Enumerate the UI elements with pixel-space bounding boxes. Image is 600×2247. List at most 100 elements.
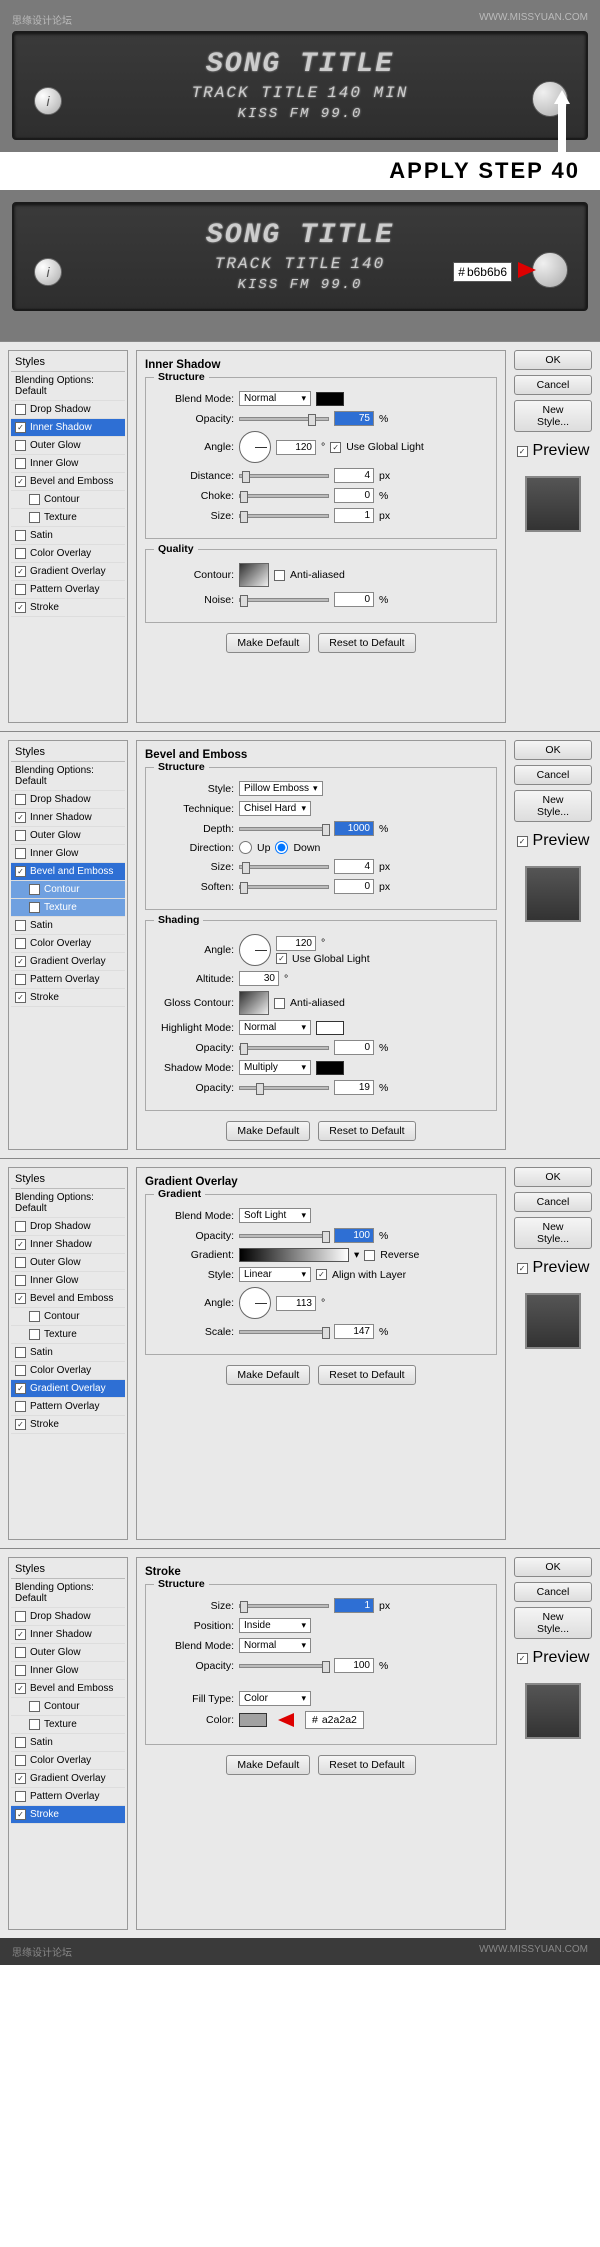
checkbox-icon[interactable] [15, 548, 26, 559]
opacity-slider[interactable] [239, 417, 329, 421]
technique-dropdown[interactable]: Chisel Hard [239, 801, 311, 816]
opacity-input[interactable]: 75 [334, 411, 374, 426]
antialias-checkbox[interactable] [274, 998, 285, 1009]
size-input[interactable]: 4 [334, 859, 374, 874]
color-input[interactable]: # b6b6b6 [453, 262, 512, 282]
blending-options[interactable]: Blending Options: Default [11, 372, 125, 401]
style-inner-glow[interactable]: Inner Glow [11, 455, 125, 473]
style-color-overlay[interactable]: Color Overlay [11, 935, 125, 953]
style-gradient-overlay[interactable]: ✓Gradient Overlay [11, 953, 125, 971]
new-style-button[interactable]: New Style... [514, 1217, 592, 1249]
antialias-checkbox[interactable] [274, 570, 285, 581]
cancel-button[interactable]: Cancel [514, 1192, 592, 1212]
style-satin[interactable]: Satin [11, 527, 125, 545]
preview-checkbox[interactable]: ✓ [517, 1263, 528, 1274]
bevel-style-dropdown[interactable]: Pillow Emboss [239, 781, 323, 796]
size-input[interactable]: 1 [334, 1598, 374, 1613]
gradient-style-dropdown[interactable]: Linear [239, 1267, 311, 1282]
style-stroke[interactable]: ✓Stroke [11, 1806, 125, 1824]
checkbox-icon[interactable]: ✓ [15, 422, 26, 433]
depth-slider[interactable] [239, 827, 329, 831]
soften-input[interactable]: 0 [334, 879, 374, 894]
new-style-button[interactable]: New Style... [514, 1607, 592, 1639]
style-outer-glow[interactable]: Outer Glow [11, 437, 125, 455]
make-default-button[interactable]: Make Default [226, 1365, 310, 1385]
global-light-checkbox[interactable]: ✓ [276, 953, 287, 964]
style-stroke[interactable]: ✓Stroke [11, 989, 125, 1007]
color-hex-input[interactable]: #a2a2a2 [305, 1711, 364, 1729]
style-outer-glow[interactable]: Outer Glow [11, 1254, 125, 1272]
shadow-mode-dropdown[interactable]: Multiply [239, 1060, 311, 1075]
checkbox-icon[interactable] [29, 512, 40, 523]
align-checkbox[interactable]: ✓ [316, 1269, 327, 1280]
style-satin[interactable]: Satin [11, 917, 125, 935]
info-button[interactable]: i [34, 87, 62, 115]
checkbox-icon[interactable] [15, 458, 26, 469]
highlight-color-swatch[interactable] [316, 1021, 344, 1035]
info-button-2[interactable]: i [34, 258, 62, 286]
preview-checkbox[interactable]: ✓ [517, 836, 528, 847]
choke-input[interactable]: 0 [334, 488, 374, 503]
style-outer-glow[interactable]: Outer Glow [11, 827, 125, 845]
angle-dial[interactable] [239, 431, 271, 463]
checkbox-icon[interactable] [29, 494, 40, 505]
direction-up-radio[interactable] [239, 841, 252, 854]
angle-input[interactable]: 113 [276, 1296, 316, 1311]
shadow-opacity-slider[interactable] [239, 1086, 329, 1090]
style-pattern-overlay[interactable]: Pattern Overlay [11, 1398, 125, 1416]
opacity-input[interactable]: 100 [334, 1658, 374, 1673]
blend-mode-dropdown[interactable]: Normal [239, 1638, 311, 1653]
style-inner-shadow[interactable]: ✓Inner Shadow [11, 1626, 125, 1644]
style-contour[interactable]: Contour [11, 1308, 125, 1326]
style-color-overlay[interactable]: Color Overlay [11, 1752, 125, 1770]
stroke-color-swatch[interactable] [239, 1713, 267, 1727]
style-gradient-overlay[interactable]: ✓Gradient Overlay [11, 563, 125, 581]
style-pattern-overlay[interactable]: Pattern Overlay [11, 971, 125, 989]
choke-slider[interactable] [239, 494, 329, 498]
cancel-button[interactable]: Cancel [514, 375, 592, 395]
reset-default-button[interactable]: Reset to Default [318, 633, 415, 653]
dial-knob-2[interactable] [532, 252, 568, 288]
global-light-checkbox[interactable]: ✓ [330, 442, 341, 453]
altitude-input[interactable]: 30 [239, 971, 279, 986]
new-style-button[interactable]: New Style... [514, 400, 592, 432]
highlight-opacity-input[interactable]: 0 [334, 1040, 374, 1055]
angle-dial[interactable] [239, 934, 271, 966]
checkbox-icon[interactable] [15, 404, 26, 415]
style-stroke[interactable]: ✓Stroke [11, 599, 125, 617]
scale-input[interactable]: 147 [334, 1324, 374, 1339]
style-drop-shadow[interactable]: Drop Shadow [11, 1218, 125, 1236]
angle-input[interactable]: 120 [276, 936, 316, 951]
ok-button[interactable]: OK [514, 1167, 592, 1187]
style-gradient-overlay[interactable]: ✓Gradient Overlay [11, 1380, 125, 1398]
checkbox-icon[interactable] [15, 440, 26, 451]
shadow-opacity-input[interactable]: 19 [334, 1080, 374, 1095]
contour-picker[interactable] [239, 563, 269, 587]
fill-type-dropdown[interactable]: Color [239, 1691, 311, 1706]
style-drop-shadow[interactable]: Drop Shadow [11, 401, 125, 419]
style-drop-shadow[interactable]: Drop Shadow [11, 791, 125, 809]
style-satin[interactable]: Satin [11, 1344, 125, 1362]
direction-down-radio[interactable] [275, 841, 288, 854]
style-gradient-overlay[interactable]: ✓Gradient Overlay [11, 1770, 125, 1788]
style-satin[interactable]: Satin [11, 1734, 125, 1752]
opacity-input[interactable]: 100 [334, 1228, 374, 1243]
checkbox-icon[interactable] [15, 584, 26, 595]
reset-default-button[interactable]: Reset to Default [318, 1755, 415, 1775]
style-contour[interactable]: Contour [11, 1698, 125, 1716]
style-pattern-overlay[interactable]: Pattern Overlay [11, 581, 125, 599]
scale-slider[interactable] [239, 1330, 329, 1334]
ok-button[interactable]: OK [514, 740, 592, 760]
size-slider[interactable] [239, 1604, 329, 1608]
style-bevel[interactable]: ✓Bevel and Emboss [11, 473, 125, 491]
style-texture[interactable]: Texture [11, 899, 125, 917]
make-default-button[interactable]: Make Default [226, 1755, 310, 1775]
ok-button[interactable]: OK [514, 350, 592, 370]
style-bevel[interactable]: ✓Bevel and Emboss [11, 1290, 125, 1308]
blending-options[interactable]: Blending Options: Default [11, 1579, 125, 1608]
style-drop-shadow[interactable]: Drop Shadow [11, 1608, 125, 1626]
style-texture[interactable]: Texture [11, 1716, 125, 1734]
gradient-picker[interactable] [239, 1248, 349, 1262]
style-outer-glow[interactable]: Outer Glow [11, 1644, 125, 1662]
size-input[interactable]: 1 [334, 508, 374, 523]
